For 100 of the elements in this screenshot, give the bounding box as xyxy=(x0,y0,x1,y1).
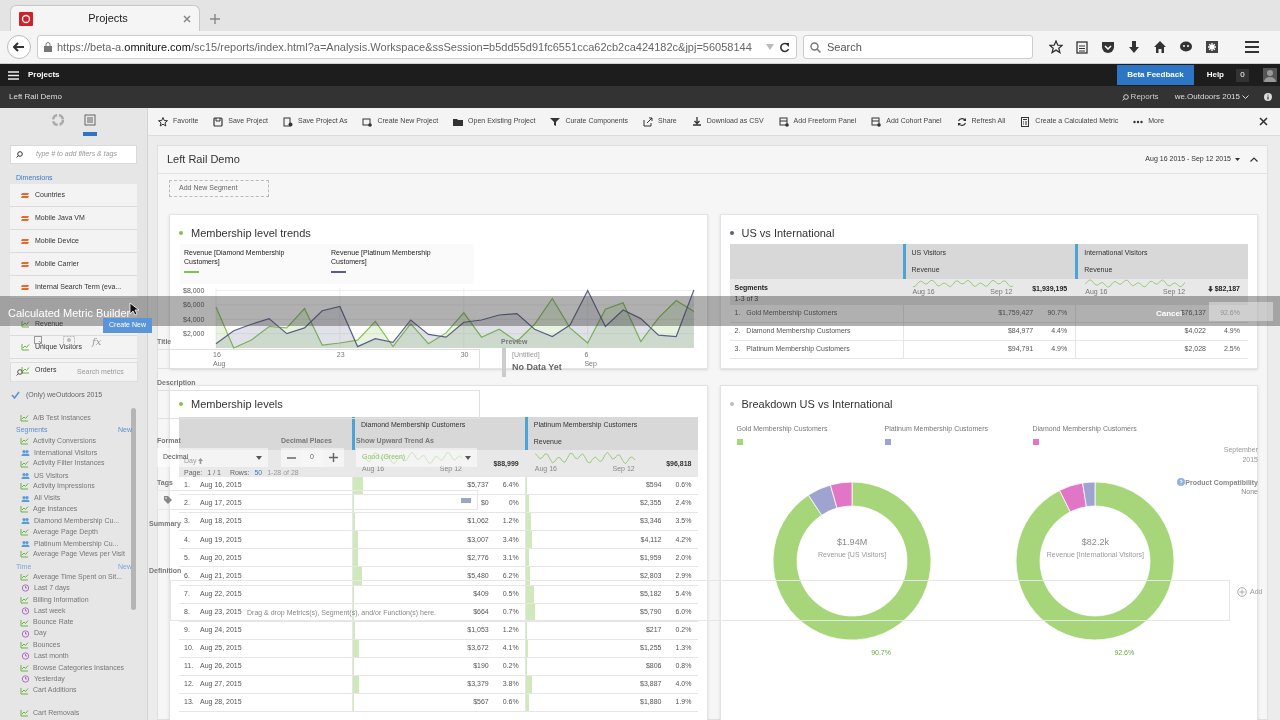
chat-bubble-icon[interactable] xyxy=(1179,40,1193,54)
metric-icon xyxy=(20,595,29,604)
minus-icon xyxy=(286,456,296,459)
search-icon xyxy=(16,151,23,158)
url-text: https://beta-a.omniture.com/sc15/reports/index.html?a=Analysis.Workspace&ssSession=b5dd55d91fc6551cca62cb2ca424182c&jpj=56058144 xyxy=(57,39,753,55)
download-arrow-icon[interactable] xyxy=(1127,40,1141,54)
metric-icon xyxy=(20,550,29,559)
avatar-icon[interactable] xyxy=(1263,68,1277,82)
puzzle-icon[interactable] xyxy=(1205,40,1219,54)
lock-icon xyxy=(44,42,52,52)
save-icon xyxy=(213,116,224,127)
people-icon xyxy=(21,449,30,458)
search-field[interactable]: Search xyxy=(803,35,1033,59)
reports-link[interactable]: Reports xyxy=(1130,91,1159,103)
metric-icon xyxy=(20,527,29,536)
clock-icon xyxy=(21,629,30,638)
description-field[interactable] xyxy=(157,390,480,419)
add-panel-icon xyxy=(871,116,882,127)
site-icon xyxy=(19,11,33,26)
download-icon xyxy=(691,116,702,127)
metric-icon xyxy=(21,343,30,351)
tab-title: Projects xyxy=(87,11,129,27)
metric-icon xyxy=(20,686,29,695)
metric-icon xyxy=(20,459,29,468)
clock-icon xyxy=(21,652,30,661)
refresh-icon xyxy=(956,116,967,127)
help-link[interactable]: Help xyxy=(1206,69,1224,81)
caret-icon xyxy=(256,455,262,460)
title-field[interactable] xyxy=(157,349,480,369)
metric-icon xyxy=(20,414,29,423)
metric-icon xyxy=(21,366,30,374)
back-button[interactable] xyxy=(7,35,31,59)
plus-circle-icon xyxy=(1237,587,1247,598)
metric-icon xyxy=(21,320,30,328)
dimension-icon xyxy=(21,237,30,245)
checkmark-icon[interactable] xyxy=(11,391,20,399)
report-suite-selector[interactable]: we.Outdoors 2015 xyxy=(1174,91,1240,103)
plus-button[interactable] xyxy=(323,448,344,467)
preview-value: No Data Yet xyxy=(512,360,562,374)
clock-icon xyxy=(21,675,30,684)
people-icon[interactable] xyxy=(63,336,75,346)
people-icon xyxy=(21,540,30,549)
share-icon xyxy=(643,116,654,127)
reload-icon[interactable] xyxy=(779,41,790,53)
collapse-icon[interactable] xyxy=(1250,157,1258,162)
info-icon[interactable] xyxy=(1264,93,1272,101)
minus-button[interactable] xyxy=(281,448,301,467)
cursor-icon xyxy=(129,302,139,316)
caret-icon xyxy=(465,455,471,460)
home-icon[interactable] xyxy=(1153,40,1167,54)
metric-icon xyxy=(20,709,29,718)
donut-total: $1.94M xyxy=(837,536,868,549)
metric-icon xyxy=(20,482,29,491)
search-placeholder: Search xyxy=(827,39,862,55)
chevron-down-icon xyxy=(1242,94,1249,100)
menu-icon[interactable] xyxy=(1245,41,1259,53)
clock-icon xyxy=(21,584,30,593)
project-name: Left Rail Demo xyxy=(9,91,62,103)
sort-up-icon[interactable] xyxy=(198,458,204,465)
panel-title: Membership level trends xyxy=(191,225,311,241)
funnel-icon xyxy=(550,116,561,127)
ring-icon xyxy=(51,114,64,126)
metric-icon xyxy=(20,505,29,514)
stack-icon xyxy=(461,497,471,503)
browser-tab[interactable]: Projects xyxy=(10,5,200,31)
donut-total: $82.2k xyxy=(1081,536,1109,549)
star-icon xyxy=(158,116,168,127)
scrollbar-thumb[interactable] xyxy=(131,408,136,610)
panel-title: Breakdown US vs International xyxy=(741,396,893,412)
metric-icon xyxy=(20,618,29,627)
tags-field[interactable] xyxy=(157,490,478,510)
calculator-icon xyxy=(1020,116,1031,127)
app-menu-label[interactable]: Projects xyxy=(28,69,60,81)
address-field[interactable]: https://beta-a.omniture.com/sc15/reports/index.html?a=Analysis.Workspace&ssSession=b5dd55d91fc6551cca62cb2ca424182c&jpj=56058144 xyxy=(37,35,797,59)
metric-icon xyxy=(20,641,29,650)
people-icon xyxy=(21,472,30,481)
dimension-icon xyxy=(21,260,30,268)
new-tab-icon[interactable] xyxy=(210,14,220,24)
dimension-icon xyxy=(21,283,30,291)
clock-icon xyxy=(21,607,30,616)
search-icon[interactable] xyxy=(1121,93,1129,101)
metric-icon xyxy=(20,573,29,582)
save-as-icon xyxy=(283,116,293,127)
panel-title: US vs International xyxy=(741,225,835,241)
search-icon xyxy=(810,41,821,53)
search-icon xyxy=(16,368,23,376)
rail-tab[interactable] xyxy=(82,112,97,136)
new-project-icon xyxy=(362,116,373,127)
dimension-icon xyxy=(21,214,30,222)
clipboard-icon[interactable] xyxy=(1075,40,1089,54)
dimension-icon xyxy=(21,191,30,199)
folder-icon xyxy=(453,116,464,127)
list-icon xyxy=(83,114,96,126)
selection-icon[interactable] xyxy=(34,336,44,346)
notification-count[interactable]: 0 xyxy=(1236,68,1249,82)
pocket-icon[interactable] xyxy=(1101,40,1115,54)
feedback-button[interactable]: Beta Feedback xyxy=(1117,65,1194,85)
close-icon[interactable] xyxy=(1259,117,1268,126)
people-icon xyxy=(21,494,30,503)
bookmark-star-icon[interactable] xyxy=(1049,40,1063,54)
